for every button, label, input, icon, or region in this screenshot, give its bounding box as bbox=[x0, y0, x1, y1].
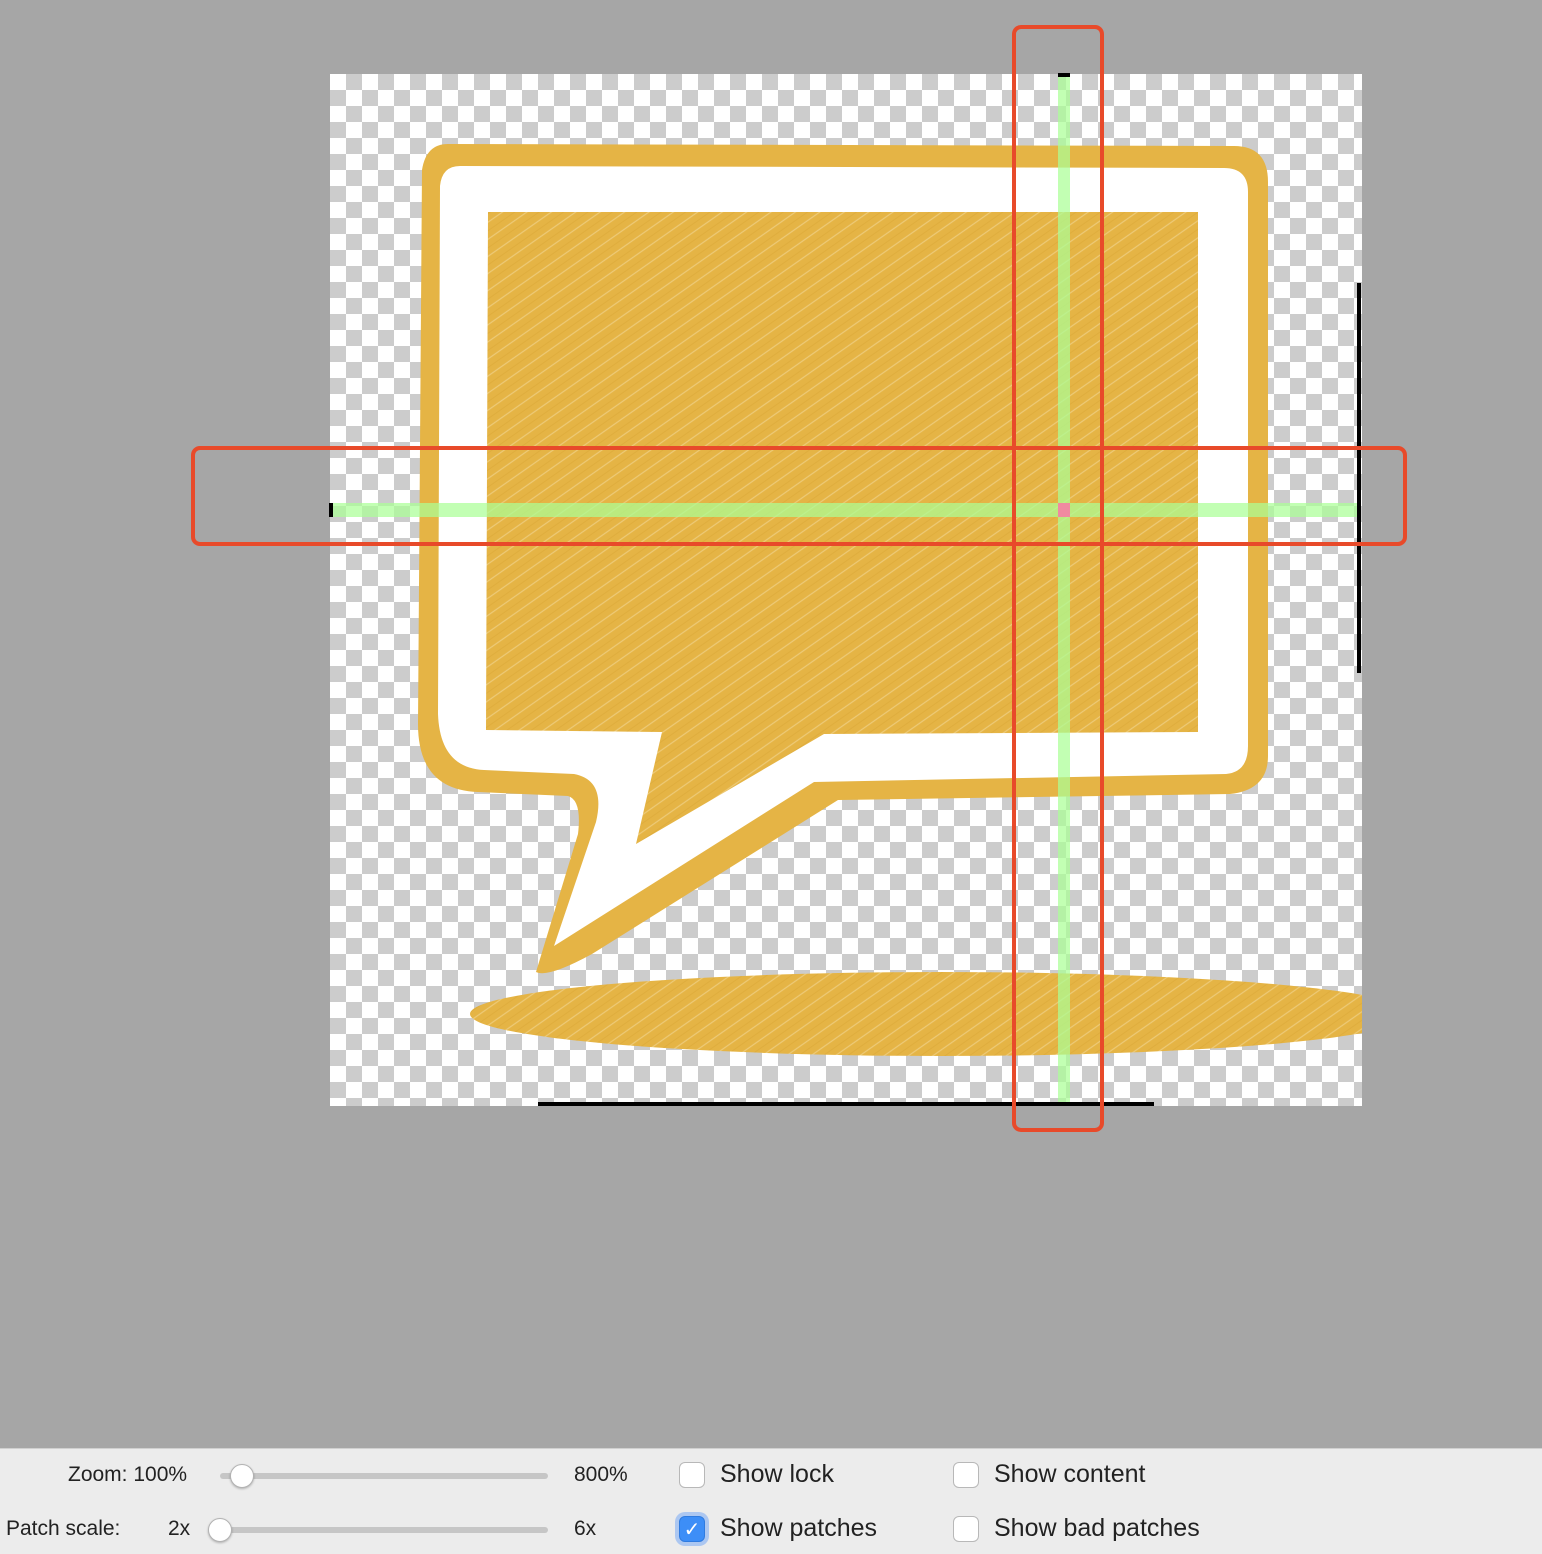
show-content-checkbox[interactable] bbox=[953, 1462, 979, 1488]
checkmark-icon: ✓ bbox=[683, 1517, 701, 1541]
patch-scale-max-label: 6x bbox=[574, 1517, 597, 1540]
patch-scale-slider-thumb[interactable] bbox=[208, 1518, 232, 1542]
horizontal-patch-highlight bbox=[191, 446, 1407, 546]
show-lock-label[interactable]: Show lock bbox=[720, 1460, 834, 1489]
zoom-max-label: 800% bbox=[574, 1463, 628, 1486]
patch-scale-slider-track[interactable] bbox=[210, 1527, 548, 1533]
patch-scale-min-label: 2x bbox=[168, 1517, 191, 1540]
show-patches-checkbox[interactable]: ✓ bbox=[679, 1516, 705, 1542]
zoom-label: Zoom: 100% bbox=[68, 1463, 188, 1486]
show-bad-patches-checkbox[interactable] bbox=[953, 1516, 979, 1542]
control-panel: Zoom: 100% 800% Patch scale: 2x 6x Show … bbox=[0, 1448, 1542, 1554]
show-lock-checkbox[interactable] bbox=[679, 1462, 705, 1488]
patch-scale-label: Patch scale: bbox=[6, 1517, 121, 1540]
speech-bubble-icon bbox=[418, 144, 1362, 1056]
vertical-patch-highlight bbox=[1012, 25, 1104, 1132]
show-content-label[interactable]: Show content bbox=[994, 1460, 1146, 1489]
transparent-checkerboard-canvas[interactable] bbox=[330, 74, 1362, 1106]
editor-canvas-area bbox=[0, 0, 1542, 1448]
shadow-ellipse bbox=[470, 972, 1362, 1056]
zoom-slider-track[interactable] bbox=[220, 1473, 548, 1479]
zoom-slider-thumb[interactable] bbox=[230, 1464, 254, 1488]
show-bad-patches-label[interactable]: Show bad patches bbox=[994, 1514, 1200, 1543]
show-patches-label[interactable]: Show patches bbox=[720, 1514, 877, 1543]
